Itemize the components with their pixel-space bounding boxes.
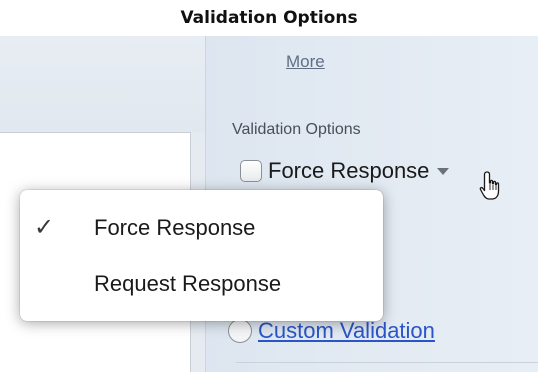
- left-header-area: [0, 36, 205, 132]
- custom-validation-radio[interactable]: [228, 319, 252, 343]
- more-link[interactable]: More: [286, 52, 325, 72]
- custom-validation-option[interactable]: Custom Validation: [228, 318, 435, 344]
- chevron-down-icon[interactable]: [437, 167, 450, 175]
- validation-options-heading: Validation Options: [232, 121, 361, 138]
- menu-item-label: Request Response: [94, 271, 282, 296]
- force-response-checkbox[interactable]: [240, 160, 262, 182]
- force-response-toggle[interactable]: Force Response: [240, 156, 450, 186]
- menu-item-label: Force Response: [94, 215, 256, 240]
- screenshot-area: More Validation Options Force Response C…: [0, 36, 538, 372]
- force-response-label[interactable]: Force Response: [268, 158, 429, 184]
- check-icon: ✓: [34, 214, 55, 241]
- hand-pointer-icon: [479, 171, 500, 200]
- figure-caption: Validation Options: [0, 0, 538, 36]
- menu-item-request-response[interactable]: Request Response: [20, 262, 383, 306]
- custom-validation-link[interactable]: Custom Validation: [258, 318, 435, 344]
- panel-separator: [236, 362, 538, 363]
- menu-item-force-response[interactable]: ✓ Force Response: [20, 206, 383, 250]
- validation-dropdown-menu: ✓ Force Response Request Response: [20, 190, 383, 321]
